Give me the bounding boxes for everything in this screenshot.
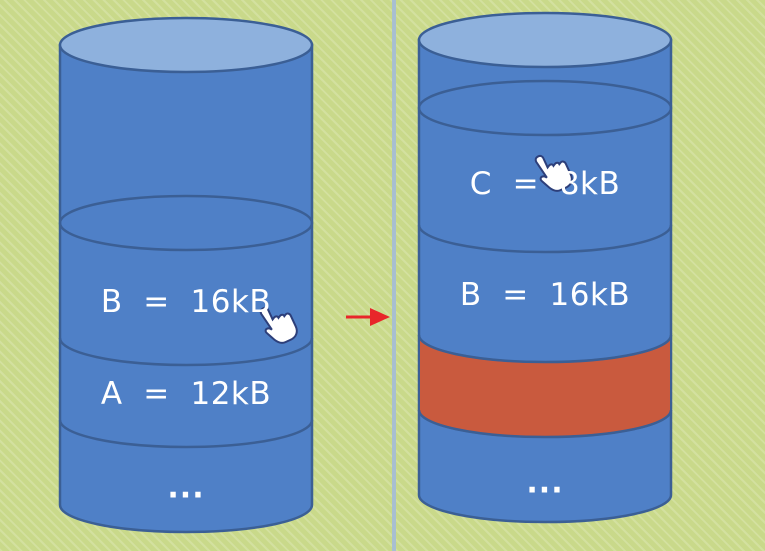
right-ellipsis: ... (526, 465, 564, 501)
right-cylinder-top (417, 11, 673, 69)
right-cylinder (417, 11, 673, 524)
diagram-drawing (58, 11, 673, 534)
left-ellipsis: ... (167, 470, 205, 506)
arrow-head (370, 308, 390, 326)
segment-c-label: C = 8kB (469, 166, 621, 202)
segment-b-label-right: B = 16kB (459, 277, 631, 313)
transition-arrow (346, 308, 390, 326)
left-cylinder (58, 16, 314, 534)
memory-diagram: B = 16kB A = 12kB ... C = 8kB B = 16kB .… (0, 0, 765, 551)
segment-b-label-left: B = 16kB (100, 284, 272, 320)
segment-a-label: A = 12kB (100, 376, 272, 412)
left-cylinder-top (58, 16, 314, 74)
